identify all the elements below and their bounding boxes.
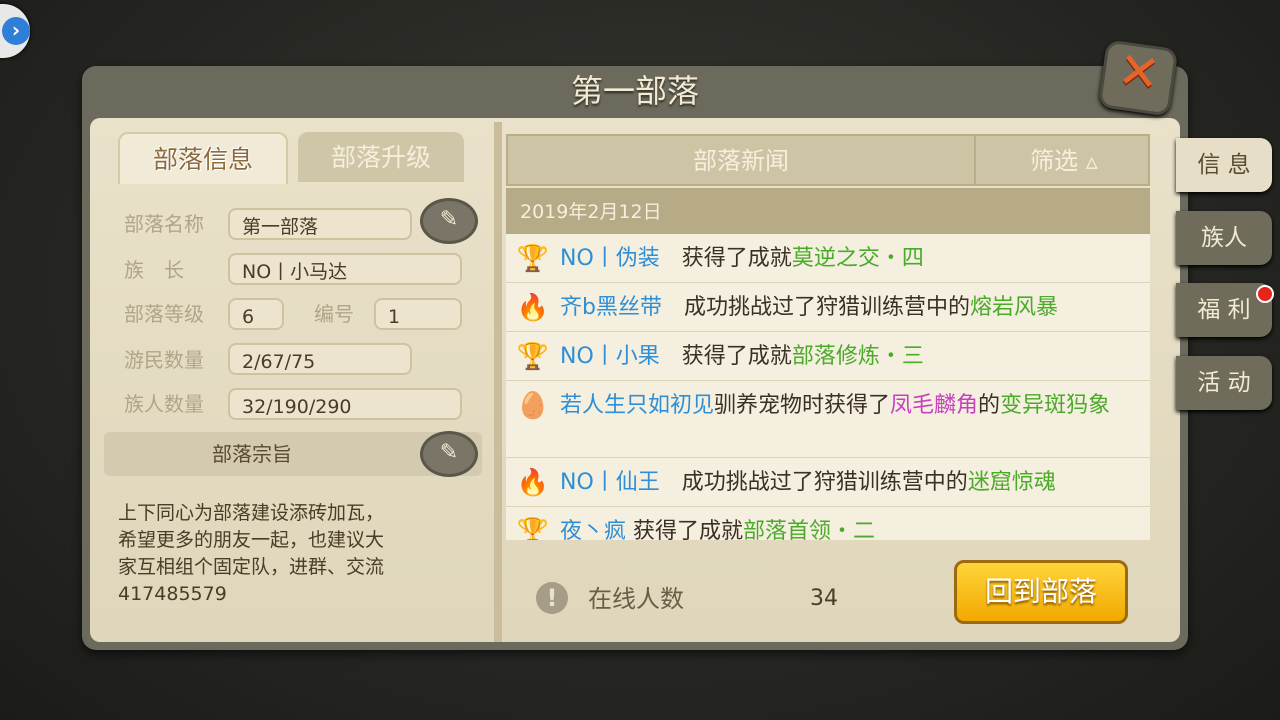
members-label: 族人数量 xyxy=(124,392,204,416)
pet-egg-icon: 🥚 xyxy=(516,391,550,421)
news-row: 🏆 夜丶疯 获得了成就部落首领・二 xyxy=(506,507,1150,540)
chevron-right-icon: › xyxy=(2,17,30,45)
close-icon: ✕ xyxy=(1114,40,1164,104)
torch-icon: 🔥 xyxy=(516,468,550,498)
news-row: 🏆 NO丨小果 获得了成就部落修炼・三 xyxy=(506,332,1150,381)
online-label: 在线人数 xyxy=(588,585,684,613)
player-name[interactable]: 夜丶疯 xyxy=(560,519,626,540)
side-tab-members[interactable]: 族人 xyxy=(1176,211,1272,265)
player-name[interactable]: 齐b黑丝带 xyxy=(560,295,662,320)
news-list[interactable]: 2019年2月12日 🏆 NO丨伪装 获得了成就莫逆之交・四 🔥 齐b黑丝带 成… xyxy=(506,188,1150,540)
online-count: 34 xyxy=(810,586,838,611)
achievement-name: 部落首领・二 xyxy=(743,519,876,540)
filter-button[interactable]: 筛选 ▵ xyxy=(974,136,1152,184)
tab-tribe-info[interactable]: 部落信息 xyxy=(118,132,288,184)
player-name[interactable]: NO丨仙王 xyxy=(560,470,660,495)
trophy-icon: 🏆 xyxy=(516,517,550,540)
edit-motto-button[interactable]: ✎ xyxy=(420,431,478,477)
pencil-icon: ✎ xyxy=(439,440,459,465)
tab-tribe-upgrade[interactable]: 部落升级 xyxy=(298,132,464,182)
trophy-icon: 🏆 xyxy=(516,342,550,372)
edit-name-button[interactable]: ✎ xyxy=(420,198,478,244)
panel-title: 第一部落 xyxy=(570,72,699,110)
tribe-level-field: 6 xyxy=(228,298,284,330)
tribe-id-label: 编号 xyxy=(314,302,354,326)
tribe-level-label: 部落等级 xyxy=(124,302,204,326)
exclamation-icon: ! xyxy=(536,582,568,614)
nomads-field: 2/67/75 xyxy=(228,343,412,375)
floating-assist-button[interactable]: › xyxy=(0,4,30,58)
player-name[interactable]: 若人生只如初见 xyxy=(560,393,714,418)
column-divider xyxy=(494,122,502,642)
player-name[interactable]: NO丨小果 xyxy=(560,344,660,369)
news-row: 🔥 齐b黑丝带 成功挑战过了狩猎训练营中的熔岩风暴 xyxy=(506,283,1150,332)
pencil-icon: ✎ xyxy=(439,207,459,232)
news-row: 🥚 若人生只如初见驯养宠物时获得了凤毛麟角的变异斑犸象 xyxy=(506,381,1150,458)
news-date: 2019年2月12日 xyxy=(506,188,1150,234)
news-row: 🏆 NO丨伪装 获得了成就莫逆之交・四 xyxy=(506,234,1150,283)
rarity-name: 凤毛麟角 xyxy=(890,393,979,418)
news-row: 🔥 NO丨仙王 成功挑战过了狩猎训练营中的迷窟惊魂 xyxy=(506,458,1150,507)
challenge-name: 迷窟惊魂 xyxy=(967,470,1056,495)
close-button[interactable]: ✕ xyxy=(1097,39,1179,117)
achievement-name: 莫逆之交・四 xyxy=(791,246,924,271)
return-to-tribe-button[interactable]: 回到部落 xyxy=(954,560,1128,624)
tribe-name-label: 部落名称 xyxy=(124,212,204,236)
achievement-name: 部落修炼・三 xyxy=(791,344,924,369)
side-tab-info[interactable]: 信 息 xyxy=(1176,138,1272,192)
pet-name: 变异斑犸象 xyxy=(1000,393,1111,418)
notification-dot xyxy=(1256,285,1274,303)
trophy-icon: 🏆 xyxy=(516,244,550,274)
motto-text: 上下同心为部落建设添砖加瓦， 希望更多的朋友一起，也建议大 家互相组个固定队，进… xyxy=(118,502,385,605)
nomads-label: 游民数量 xyxy=(124,348,204,372)
members-field: 32/190/290 xyxy=(228,388,462,420)
leader-field: NO丨小马达 xyxy=(228,253,462,285)
player-name[interactable]: NO丨伪装 xyxy=(560,246,660,271)
side-tab-events[interactable]: 活 动 xyxy=(1176,356,1272,410)
motto-title: 部落宗旨 xyxy=(212,442,292,466)
torch-icon: 🔥 xyxy=(516,293,550,323)
tribe-id-field: 1 xyxy=(374,298,462,330)
leader-label: 族 长 xyxy=(124,258,184,282)
news-header: 部落新闻 筛选 ▵ xyxy=(506,134,1150,186)
tribe-name-field: 第一部落 xyxy=(228,208,412,240)
challenge-name: 熔岩风暴 xyxy=(970,295,1059,320)
news-title: 部落新闻 xyxy=(693,147,789,175)
